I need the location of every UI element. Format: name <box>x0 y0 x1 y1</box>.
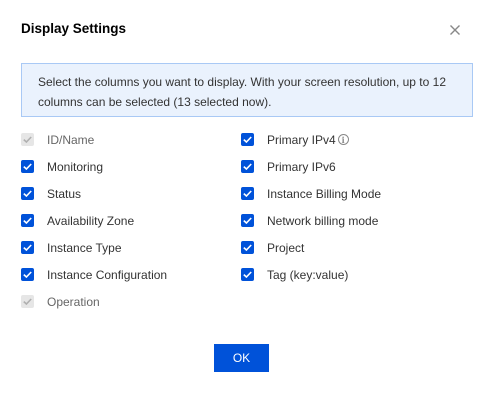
column-option: Operation <box>21 288 167 315</box>
checkbox[interactable] <box>241 268 254 281</box>
info-icon[interactable]: i <box>337 134 349 145</box>
checkbox[interactable] <box>21 241 34 254</box>
checkbox[interactable] <box>21 268 34 281</box>
option-label: Instance Billing Mode <box>267 186 382 201</box>
option-label: Project <box>267 240 305 255</box>
option-label: Instance Configuration <box>47 267 168 282</box>
check-icon <box>23 244 32 251</box>
option-label: ID/Name <box>47 132 95 147</box>
option-label: Tag (key:value) <box>267 267 349 282</box>
left-options-column: ID/Name Monitoring Status Availability Zone… <box>21 126 167 315</box>
option-label: Operation <box>47 294 100 309</box>
column-option[interactable]: Availability Zone <box>21 207 167 234</box>
check-icon <box>23 163 32 170</box>
option-label: Status <box>47 186 82 201</box>
checkbox[interactable] <box>241 133 254 146</box>
checkbox[interactable] <box>241 214 254 227</box>
ok-button[interactable]: OK <box>214 344 269 372</box>
column-option[interactable]: Project <box>241 234 381 261</box>
column-option[interactable]: Monitoring <box>21 153 167 180</box>
check-icon <box>23 136 32 143</box>
check-icon <box>243 271 252 278</box>
info-banner: Select the columns you want to display. … <box>21 63 473 117</box>
column-option: ID/Name <box>21 126 167 153</box>
close-icon[interactable] <box>447 22 463 38</box>
option-label: Monitoring <box>47 159 104 174</box>
column-option[interactable]: Primary IPv6 <box>241 153 381 180</box>
checkbox[interactable] <box>21 187 34 200</box>
right-options-column: Primary IPv4 i Primary IPv6 Instance Billin… <box>241 126 381 288</box>
checkbox <box>21 295 34 308</box>
check-icon <box>243 190 252 197</box>
check-icon <box>243 217 252 224</box>
dialog-title: Display Settings <box>21 21 127 36</box>
checkbox[interactable] <box>21 160 34 173</box>
check-icon <box>23 298 32 305</box>
column-option[interactable]: Status <box>21 180 167 207</box>
column-option[interactable]: Instance Billing Mode <box>241 180 381 207</box>
checkbox[interactable] <box>21 214 34 227</box>
check-icon <box>243 244 252 251</box>
check-icon <box>23 217 32 224</box>
option-label: Primary IPv4 <box>267 132 336 147</box>
column-option[interactable]: Network billing mode <box>241 207 381 234</box>
column-option[interactable]: Primary IPv4 i <box>241 126 381 153</box>
check-icon <box>243 136 252 143</box>
checkbox[interactable] <box>241 187 254 200</box>
option-label: Instance Type <box>47 240 122 255</box>
column-option[interactable]: Tag (key:value) <box>241 261 381 288</box>
option-label: Availability Zone <box>47 213 135 228</box>
checkbox[interactable] <box>241 241 254 254</box>
check-icon <box>23 271 32 278</box>
check-icon <box>243 163 252 170</box>
column-option[interactable]: Instance Type <box>21 234 167 261</box>
checkbox[interactable] <box>241 160 254 173</box>
column-option[interactable]: Instance Configuration <box>21 261 167 288</box>
display-settings-dialog: Display Settings Select the columns you … <box>0 0 483 393</box>
option-label: Primary IPv6 <box>267 159 336 174</box>
checkbox <box>21 133 34 146</box>
check-icon <box>23 190 32 197</box>
option-label: Network billing mode <box>267 213 379 228</box>
